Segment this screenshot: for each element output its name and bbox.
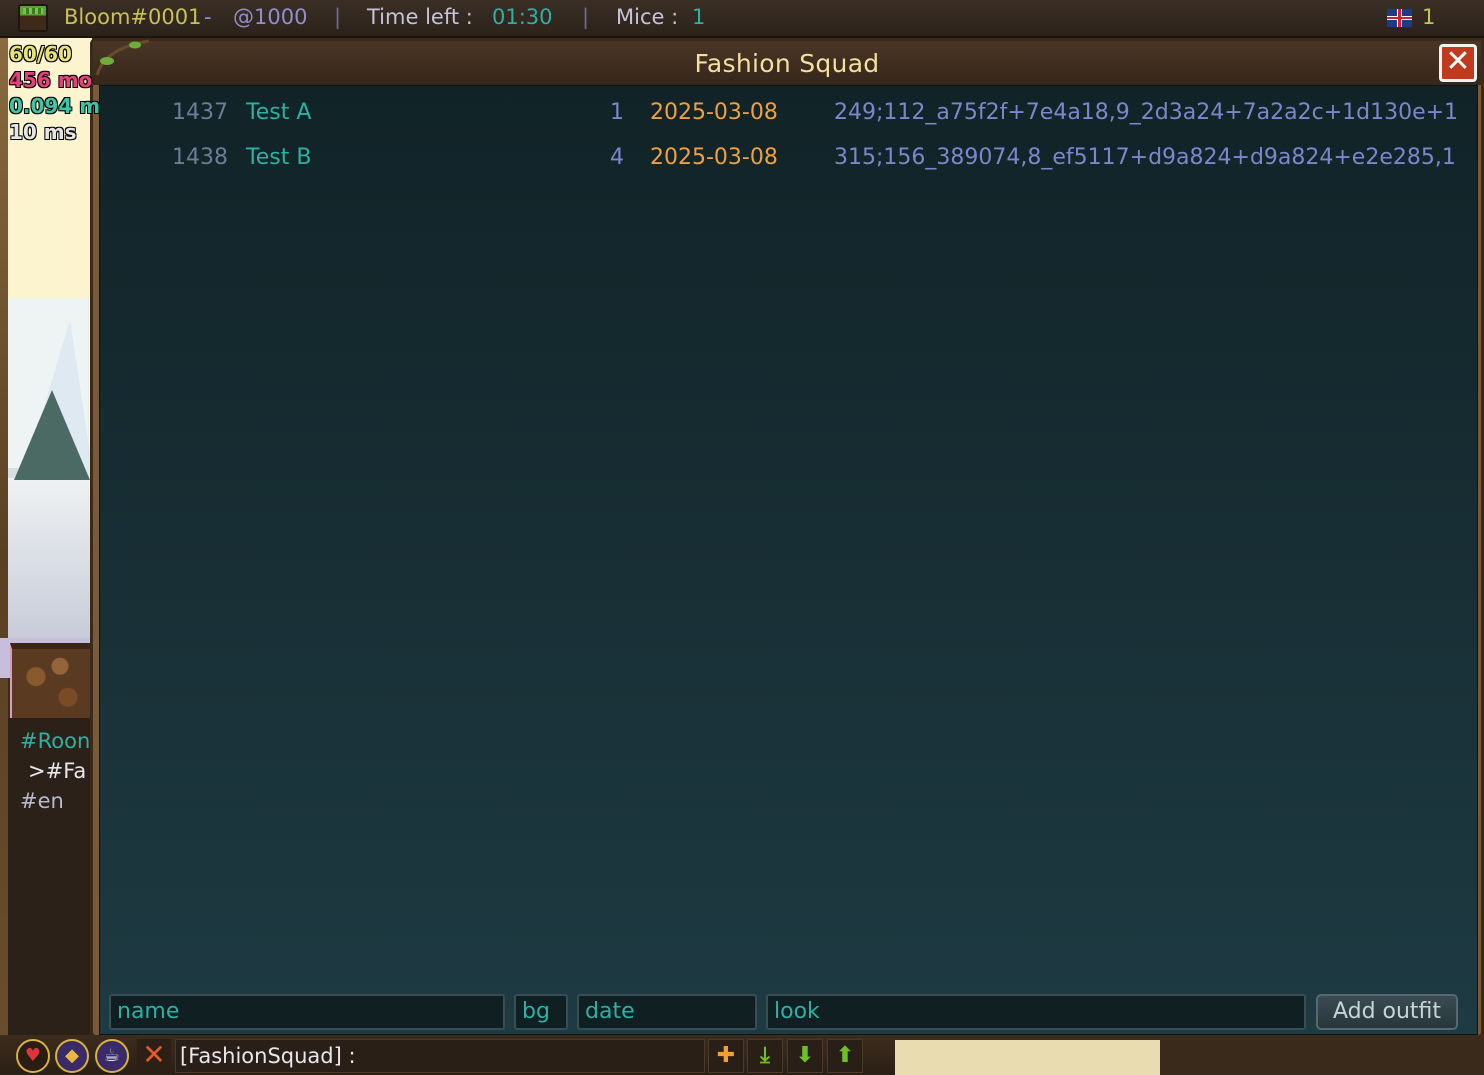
download-icon[interactable]: ⤓ [747,1039,783,1073]
game-scene [0,38,100,1075]
room-name: Bloom#0001 [64,5,202,29]
grass-ground [1160,1040,1484,1075]
look-input[interactable]: look [766,994,1306,1030]
outfit-look[interactable]: 249;112_a75f2f+7e4a18,9_2d3a24+7a2a2c+1d… [834,100,1456,125]
side-chat-lines: #Roon >#Fa #en [20,726,90,816]
room-dash: - [204,5,212,29]
bg-input[interactable]: bg [514,994,568,1030]
mice-value: 1 [692,5,706,29]
game-logo-icon [18,4,48,32]
chat-line: >#Fa [28,759,87,783]
chat-line: #en [20,789,64,813]
mice-label: Mice : [616,5,679,29]
outfit-bg: 4 [610,145,624,170]
outfit-date: 2025-03-08 [650,145,778,170]
top-status-bar: Bloom#0001 - @1000 | Time left : 01:30 |… [0,0,1484,38]
plus-icon[interactable]: ✚ [708,1039,744,1073]
m-stat: 0.094 m [9,94,101,118]
outfit-name[interactable]: Test B [246,145,311,170]
fps-stat: 60/60 [9,42,72,66]
add-outfit-button[interactable]: Add outfit [1316,994,1458,1030]
outfit-look[interactable]: 315;156_389074,8_ef5117+d9a824+d9a824+e2… [834,145,1456,170]
time-left-label: Time left : [367,5,473,29]
name-input[interactable]: name [109,994,505,1030]
outfit-list-panel: 1437 Test A 1 2025-03-08 249;112_a75f2f+… [99,85,1478,1035]
memory-stat: 456 mo [9,68,93,92]
shield-icon[interactable]: ◆ [55,1039,89,1073]
pine-tree [14,390,90,480]
outfit-id: 1438 [172,145,228,170]
debug-stats: 60/60 456 mo 0.094 m 10 ms [9,41,100,145]
close-button[interactable]: ✕ [1439,44,1477,82]
heart-icon[interactable]: ♥ [16,1039,50,1073]
tea-icon[interactable]: ☕ [95,1039,129,1073]
separator: | [334,5,342,29]
room-code: @1000 [233,5,308,29]
outfit-id: 1437 [172,100,228,125]
window-title: Fashion Squad [694,49,880,78]
outfit-date: 2025-03-08 [650,100,778,125]
time-left-value: 01:30 [492,5,553,29]
table-row[interactable]: 1437 Test A 1 2025-03-08 249;112_a75f2f+… [100,86,1479,126]
fashion-squad-window: Fashion Squad ✕ 1437 Test A 1 2025-03-08… [90,38,1484,1038]
arrow-up-icon[interactable]: ⬆ [827,1039,863,1073]
separator: | [582,5,590,29]
fog [8,478,92,638]
close-icon[interactable]: ✕ [137,1039,171,1073]
chat-line: #Roon [20,729,90,753]
chat-input[interactable]: [FashionSquad] : [175,1039,705,1073]
window-title-bar[interactable]: Fashion Squad ✕ [93,39,1481,85]
arrow-down-icon[interactable]: ⬇ [787,1039,823,1073]
dirt-block [10,643,92,718]
sand-ground [895,1040,1160,1075]
ping-stat: 10 ms [9,120,77,144]
outfit-bg: 1 [610,100,624,125]
table-row[interactable]: 1438 Test B 4 2025-03-08 315;156_389074,… [100,131,1479,171]
outfit-name[interactable]: Test A [246,100,311,125]
player-count: 1 [1422,5,1436,29]
uk-flag-icon[interactable] [1387,9,1412,27]
date-input[interactable]: date [577,994,757,1030]
